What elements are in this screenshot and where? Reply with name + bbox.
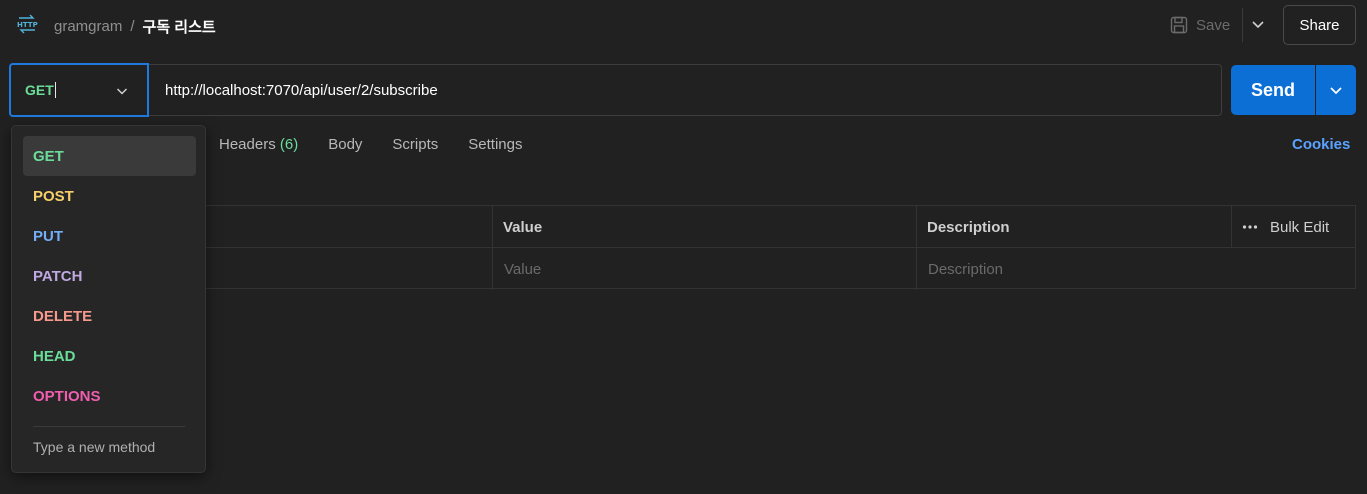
top-bar: HTTP gramgram / 구독 리스트 Save Share: [0, 0, 1367, 50]
send-button[interactable]: Send: [1231, 65, 1315, 115]
method-option-put[interactable]: PUT: [23, 216, 196, 256]
column-divider: [492, 206, 493, 290]
http-icon: HTTP: [17, 14, 38, 34]
breadcrumb-collection[interactable]: gramgram: [54, 18, 122, 35]
tab-settings[interactable]: Settings: [468, 136, 522, 153]
new-method-input[interactable]: Type a new method: [33, 439, 155, 455]
column-header-value: Value: [503, 218, 543, 236]
method-option-patch[interactable]: PATCH: [23, 256, 196, 296]
request-title[interactable]: 구독 리스트: [143, 16, 216, 37]
method-option-post[interactable]: POST: [23, 176, 196, 216]
save-button[interactable]: Save: [1170, 12, 1230, 38]
save-divider: [1242, 8, 1243, 42]
url-text: http://localhost:7070/api/user/2/subscri…: [165, 82, 438, 99]
table-header-row: Value Description Bulk Edit: [205, 206, 1356, 248]
tab-headers[interactable]: Headers (6): [219, 136, 298, 153]
method-option-delete[interactable]: DELETE: [23, 296, 196, 336]
save-label: Save: [1196, 16, 1231, 34]
send-options-button[interactable]: [1316, 65, 1356, 115]
column-header-description: Description: [927, 218, 1010, 236]
cookies-link[interactable]: Cookies: [1292, 136, 1350, 153]
share-button[interactable]: Share: [1283, 5, 1356, 45]
bulk-edit-label: Bulk Edit: [1270, 218, 1330, 236]
value-input[interactable]: Value: [494, 248, 541, 290]
description-input[interactable]: Description: [918, 248, 1003, 290]
breadcrumb: gramgram / 구독 리스트: [54, 16, 216, 37]
text-cursor: [54, 82, 56, 98]
svg-text:HTTP: HTTP: [17, 21, 38, 29]
breadcrumb-separator: /: [130, 18, 135, 35]
method-select[interactable]: GET: [9, 63, 149, 117]
more-icon: [1242, 225, 1258, 229]
chevron-down-icon[interactable]: [1250, 16, 1266, 32]
method-dropdown: GET POST PUT PATCH DELETE HEAD OPTIONS T…: [11, 125, 206, 473]
column-divider: [916, 206, 917, 290]
method-value: GET: [25, 82, 56, 98]
tab-scripts[interactable]: Scripts: [392, 136, 438, 153]
dropdown-divider: [33, 426, 185, 427]
method-option-options[interactable]: OPTIONS: [23, 376, 196, 416]
column-divider: [1231, 206, 1232, 248]
params-table: Value Description Bulk Edit Value Descri…: [205, 205, 1356, 290]
tab-headers-count: (6): [279, 136, 299, 153]
tab-body[interactable]: Body: [328, 136, 362, 153]
method-option-get[interactable]: GET: [23, 136, 196, 176]
url-input[interactable]: http://localhost:7070/api/user/2/subscri…: [149, 64, 1222, 116]
save-icon: [1170, 16, 1188, 34]
chevron-down-icon: [1330, 87, 1342, 95]
request-tabs: Headers (6) Body Scripts Settings: [219, 136, 522, 153]
table-row: Value Description: [205, 248, 1356, 290]
bulk-edit-button[interactable]: Bulk Edit: [1232, 206, 1329, 248]
chevron-down-icon: [116, 88, 128, 95]
method-option-head[interactable]: HEAD: [23, 336, 196, 376]
